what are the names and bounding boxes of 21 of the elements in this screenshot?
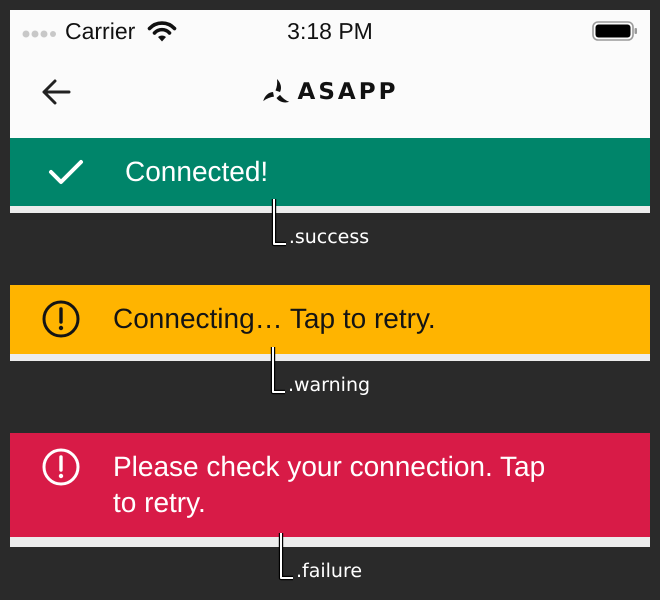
exclamation-circle-icon — [42, 300, 80, 338]
exclamation-circle-icon — [42, 448, 80, 486]
leader-line — [278, 531, 294, 583]
brand-name: ASAPP — [298, 78, 398, 106]
notification-banner[interactable]: Connecting… Tap to retry. — [10, 285, 650, 354]
carrier-name: Carrier — [65, 17, 136, 45]
caption-label: .failure — [296, 559, 362, 583]
signal-dots-icon — [22, 30, 56, 38]
checkmark-icon — [48, 158, 84, 186]
battery-icon — [592, 21, 638, 41]
clock-time: 3:18 PM — [287, 17, 373, 45]
notification-banner[interactable]: Please check your connection. Tap to retry. — [10, 433, 650, 537]
leader-line — [270, 345, 286, 397]
caption-label: .success — [288, 225, 370, 249]
back-arrow-icon[interactable] — [41, 79, 71, 105]
banner-message: Connected! — [125, 155, 268, 189]
banner-message: Connecting… Tap to retry. — [113, 302, 436, 336]
wifi-icon — [147, 20, 178, 42]
leader-line — [270, 197, 287, 249]
banner-message: Please check your connection. Tap to retry. — [113, 450, 546, 520]
caption-label: .warning — [288, 373, 370, 397]
